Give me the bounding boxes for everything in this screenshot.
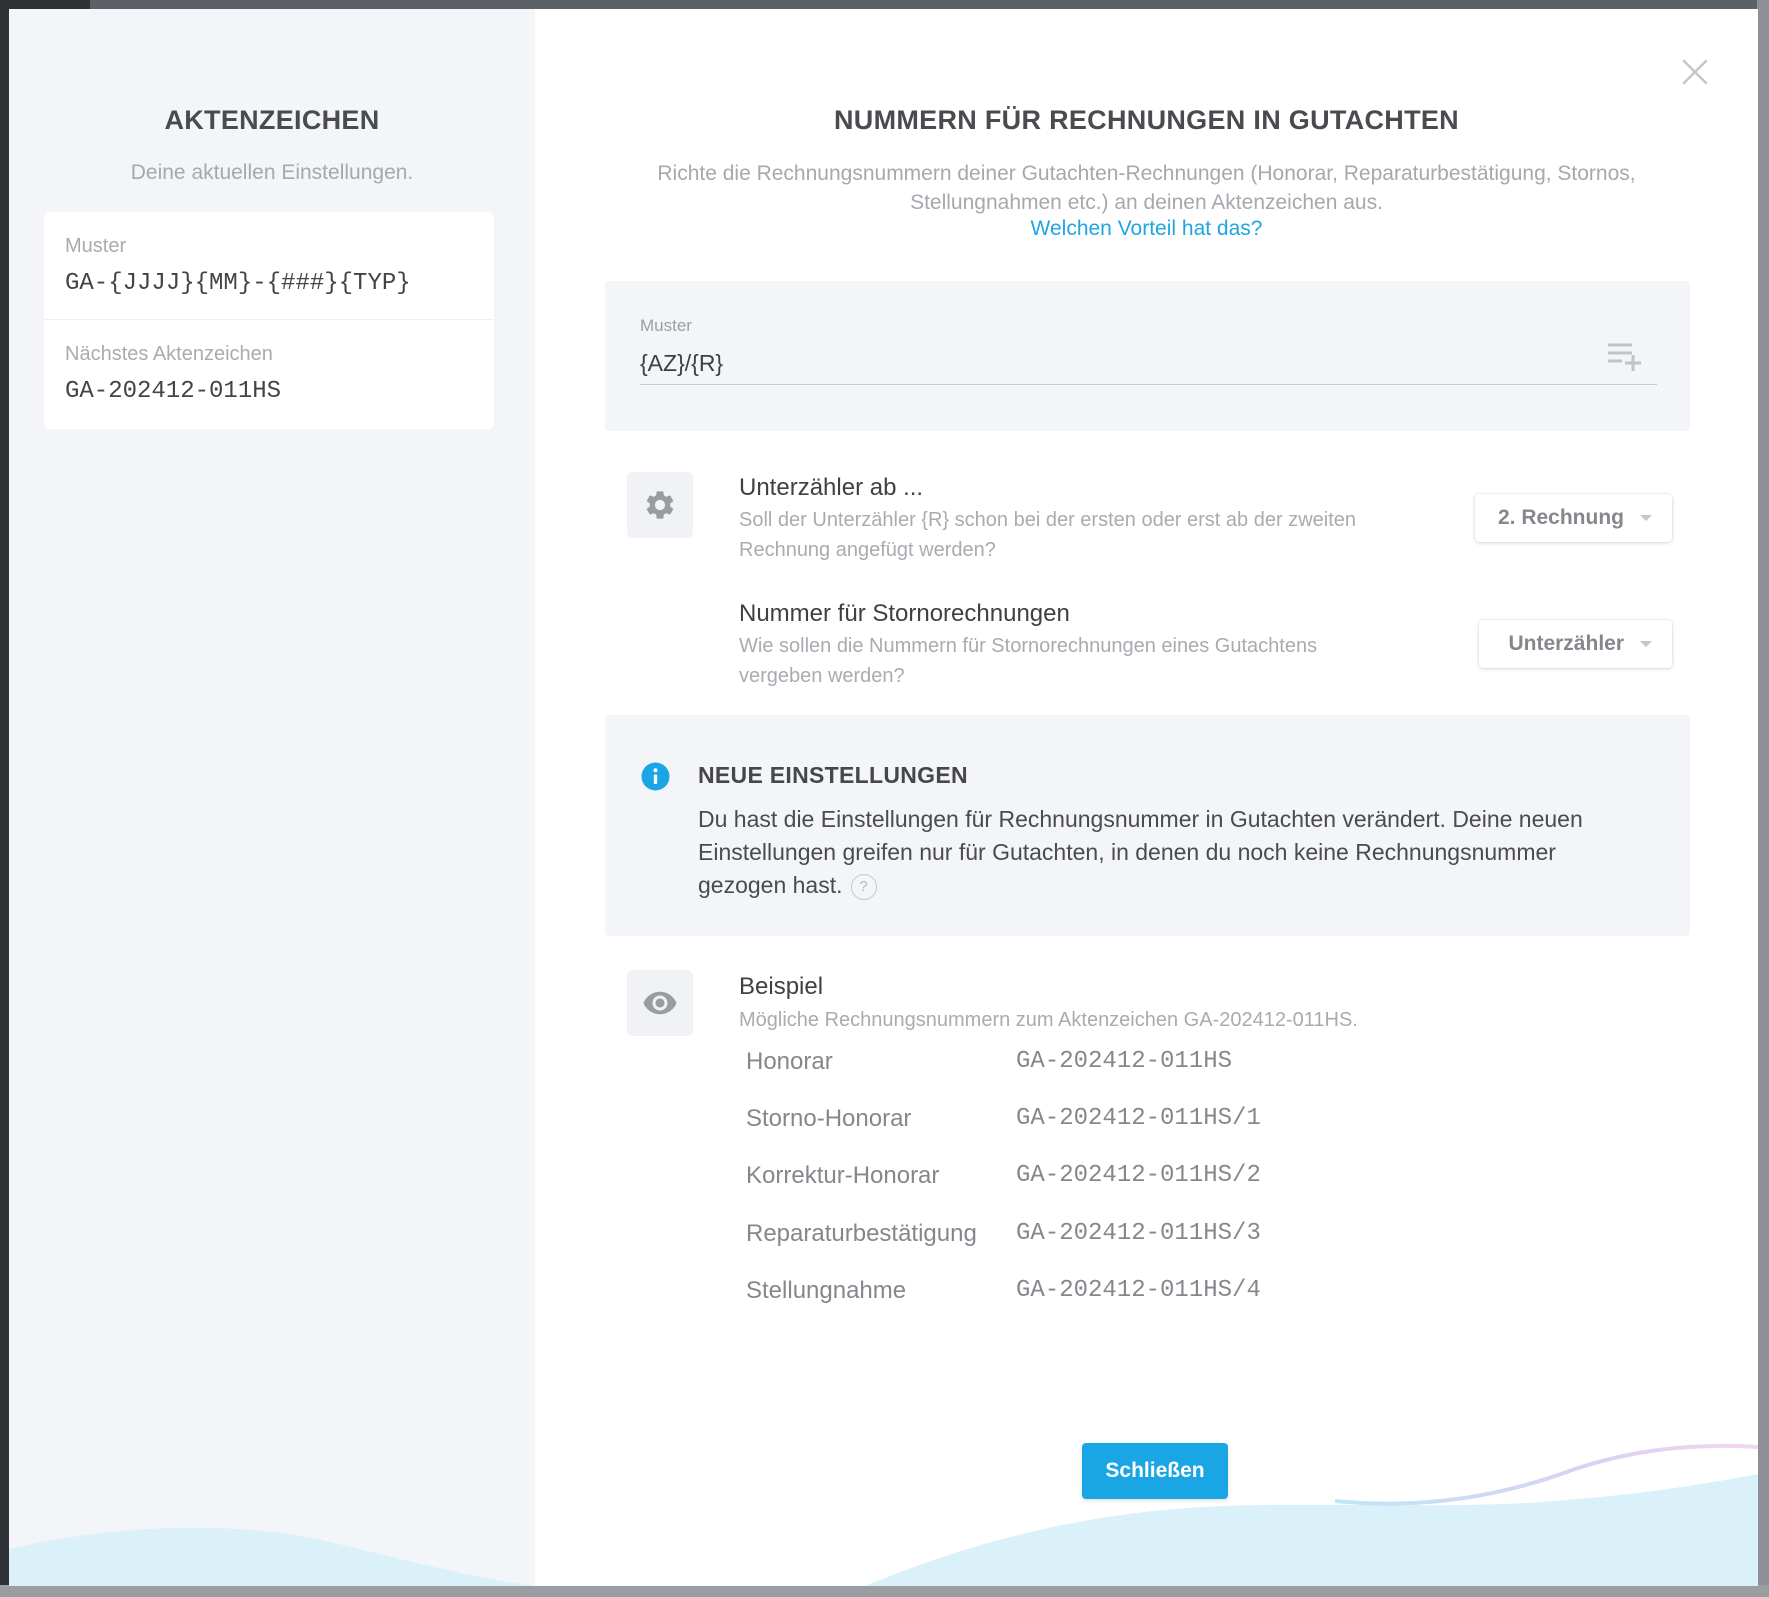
example-title: Beispiel	[739, 973, 824, 1000]
playlist-add-icon[interactable]	[1605, 337, 1645, 373]
example-value: GA-202412-011HS/2	[1016, 1162, 1261, 1189]
example-value: GA-202412-011HS	[1016, 1048, 1233, 1075]
example-subtitle: Mögliche Rechnungsnummern zum Aktenzeich…	[739, 1009, 1358, 1031]
pattern-field-label: Muster	[640, 316, 692, 335]
decorative-wave-left	[9, 1527, 535, 1586]
example-label: Reparaturbestätigung	[746, 1220, 977, 1247]
invoice-number-dialog: AKTENZEICHEN Deine aktuellen Einstellung…	[9, 9, 1758, 1586]
chevron-down-icon	[1640, 515, 1652, 521]
close-button[interactable]: Schließen	[1082, 1443, 1228, 1499]
description-line: vergeben werden?	[739, 665, 905, 687]
notice-line: gezogen hast.?	[698, 869, 1658, 902]
subcounter-setting-title: Unterzähler ab ...	[739, 474, 924, 501]
new-settings-notice: NEUE EINSTELLUNGEN Du hast die Einstellu…	[605, 715, 1690, 936]
file-number-card: Muster GA-{JJJJ}{MM}-{###}{TYP} Nächstes…	[44, 212, 494, 429]
invoice-settings-panel: NUMMERN FÜR RECHNUNGEN IN GUTACHTEN Rich…	[535, 9, 1758, 1586]
invoice-pattern-input[interactable]	[640, 343, 1657, 385]
example-row: Honorar GA-202412-011HS	[535, 1048, 1758, 1088]
notice-text: Du hast die Einstellungen für Rechnungsn…	[698, 803, 1658, 902]
description-line: Wie sollen die Nummern für Stornorechnun…	[739, 635, 1318, 657]
example-row: Storno-Honorar GA-202412-011HS/1	[535, 1105, 1758, 1145]
page-description: Richte die Rechnungsnummern deiner Gutac…	[625, 159, 1668, 217]
storno-number-value: Unterzähler	[1508, 632, 1624, 655]
example-label: Honorar	[746, 1048, 833, 1075]
current-settings-panel: AKTENZEICHEN Deine aktuellen Einstellung…	[9, 9, 535, 1586]
help-icon[interactable]: ?	[850, 873, 877, 900]
notice-title: NEUE EINSTELLUNGEN	[698, 762, 968, 788]
file-number-pattern: Muster GA-{JJJJ}{MM}-{###}{TYP}	[44, 212, 494, 320]
next-file-number-value: GA-202412-011HS	[65, 378, 282, 405]
description-line: Stellungnahmen etc.) an deinen Aktenzeic…	[910, 191, 1383, 214]
eye-icon	[627, 970, 693, 1036]
panel-subtitle: Deine aktuellen Einstellungen.	[130, 161, 414, 184]
panel-title: AKTENZEICHEN	[164, 105, 380, 135]
example-value: GA-202412-011HS/1	[1016, 1105, 1261, 1132]
storno-number-select[interactable]: Unterzähler	[1479, 620, 1672, 668]
description-line: Richte die Rechnungsnummern deiner Gutac…	[657, 162, 1636, 185]
info-icon	[641, 762, 670, 791]
example-row: Reparaturbestätigung GA-202412-011HS/3	[535, 1220, 1758, 1260]
notice-line: Du hast die Einstellungen für Rechnungsn…	[698, 806, 1583, 832]
close-icon[interactable]	[1670, 47, 1720, 97]
description-line: Rechnung angefügt werden?	[739, 539, 996, 561]
advantage-link[interactable]: Welchen Vorteil hat das?	[535, 217, 1758, 241]
next-file-number-label: Nächstes Aktenzeichen	[65, 343, 273, 365]
notice-line-text: gezogen hast.	[698, 872, 843, 898]
notice-line: Einstellungen greifen nur für Gutachten,…	[698, 839, 1556, 865]
pattern-label: Muster	[65, 235, 127, 257]
backdrop-right	[1757, 0, 1769, 1597]
example-label: Storno-Honorar	[746, 1105, 912, 1132]
example-row: Stellungnahme GA-202412-011HS/4	[535, 1277, 1758, 1317]
example-label: Stellungnahme	[746, 1277, 907, 1304]
subcounter-setting-description: Soll der Unterzähler {R} schon bei der e…	[739, 505, 1356, 565]
subcounter-start-value: 2. Rechnung	[1497, 506, 1624, 529]
storno-number-setting-description: Wie sollen die Nummern für Stornorechnun…	[739, 631, 1317, 691]
example-value: GA-202412-011HS/4	[1016, 1277, 1261, 1304]
backdrop-bottom	[0, 1585, 1769, 1597]
gear-icon	[627, 472, 693, 538]
example-row: Korrektur-Honorar GA-202412-011HS/2	[535, 1162, 1758, 1202]
storno-number-setting-title: Nummer für Stornorechnungen	[739, 600, 1070, 627]
invoice-pattern-section: Muster	[605, 281, 1690, 431]
example-label: Korrektur-Honorar	[746, 1162, 940, 1189]
pattern-value: GA-{JJJJ}{MM}-{###}{TYP}	[65, 270, 411, 297]
page-title: NUMMERN FÜR RECHNUNGEN IN GUTACHTEN	[834, 105, 1459, 135]
description-line: Soll der Unterzähler {R} schon bei der e…	[739, 509, 1357, 531]
chevron-down-icon	[1640, 641, 1652, 647]
next-file-number: Nächstes Aktenzeichen GA-202412-011HS	[44, 320, 494, 429]
subcounter-start-select[interactable]: 2. Rechnung	[1475, 494, 1672, 542]
example-value: GA-202412-011HS/3	[1016, 1220, 1261, 1247]
